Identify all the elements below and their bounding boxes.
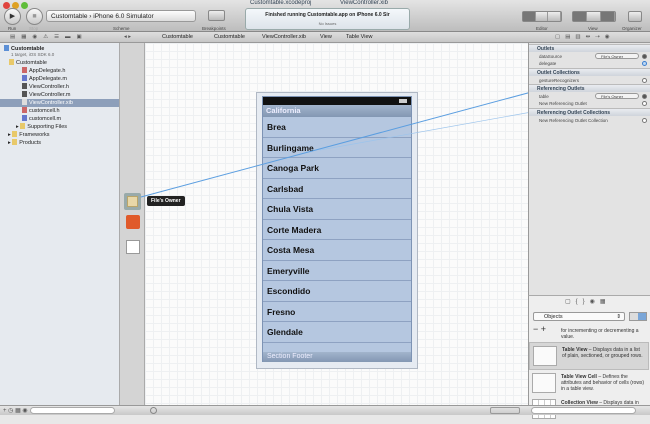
stepper-icon: − + xyxy=(533,324,547,334)
library-filter-input[interactable] xyxy=(531,407,636,414)
outlet-delegate[interactable]: delegate xyxy=(529,60,650,67)
navigator-filter-input[interactable] xyxy=(30,407,115,414)
connection-circle[interactable] xyxy=(642,94,647,99)
library-pane: ▢{}◉▦ Objects ⇕ − + for incrementing or de… xyxy=(528,295,650,419)
connection-circle[interactable] xyxy=(642,61,647,66)
table-target: File's Owner xyxy=(595,93,639,99)
view-icon[interactable] xyxy=(126,240,140,254)
library-selector[interactable]: Objects ⇕ xyxy=(533,312,625,321)
outlet-gesture[interactable]: gestureRecognizers xyxy=(529,77,650,84)
bottom-bar: + ◷ ▦ ◉ xyxy=(0,405,650,415)
library-item-table-view[interactable]: Table View – Displays data in a list of … xyxy=(529,342,649,370)
view-mode-toggle[interactable] xyxy=(629,312,647,321)
library-tabs[interactable]: ▢{}◉▦ xyxy=(565,298,611,305)
library-item-stepper[interactable]: − + for incrementing or decrementing a va… xyxy=(529,324,649,344)
referencing-outlets-header: Referencing Outlets xyxy=(529,84,650,92)
referencing-collections-header: Referencing Outlet Collections xyxy=(529,108,650,116)
files-owner-icon[interactable] xyxy=(124,193,141,210)
zoom-controls[interactable] xyxy=(490,407,520,414)
datasource-target: File's Owner xyxy=(595,53,639,59)
outlet-collections-header: Outlet Collections xyxy=(529,68,650,76)
outlet-datasource[interactable]: dataSource File's Owner xyxy=(529,53,650,60)
files-owner-tooltip: File's Owner xyxy=(147,196,185,206)
outline-toggle-button[interactable] xyxy=(150,407,157,414)
connection-circle[interactable] xyxy=(642,118,647,123)
connection-circle[interactable] xyxy=(642,54,647,59)
connection-circle[interactable] xyxy=(642,78,647,83)
new-referencing-outlet[interactable]: New Referencing Outlet xyxy=(529,100,650,107)
library-item-table-view-cell[interactable]: Table View Cell – Defines the attributes… xyxy=(529,370,649,398)
outlets-header: Outlets xyxy=(529,44,650,52)
connection-circle[interactable] xyxy=(642,101,647,106)
first-responder-icon[interactable] xyxy=(126,215,140,229)
ref-outlet-table[interactable]: table File's Owner xyxy=(529,93,650,100)
navigator-filter-icons[interactable]: + ◷ ▦ ◉ xyxy=(3,407,28,414)
new-referencing-collection[interactable]: New Referencing Outlet Collection xyxy=(529,117,650,124)
